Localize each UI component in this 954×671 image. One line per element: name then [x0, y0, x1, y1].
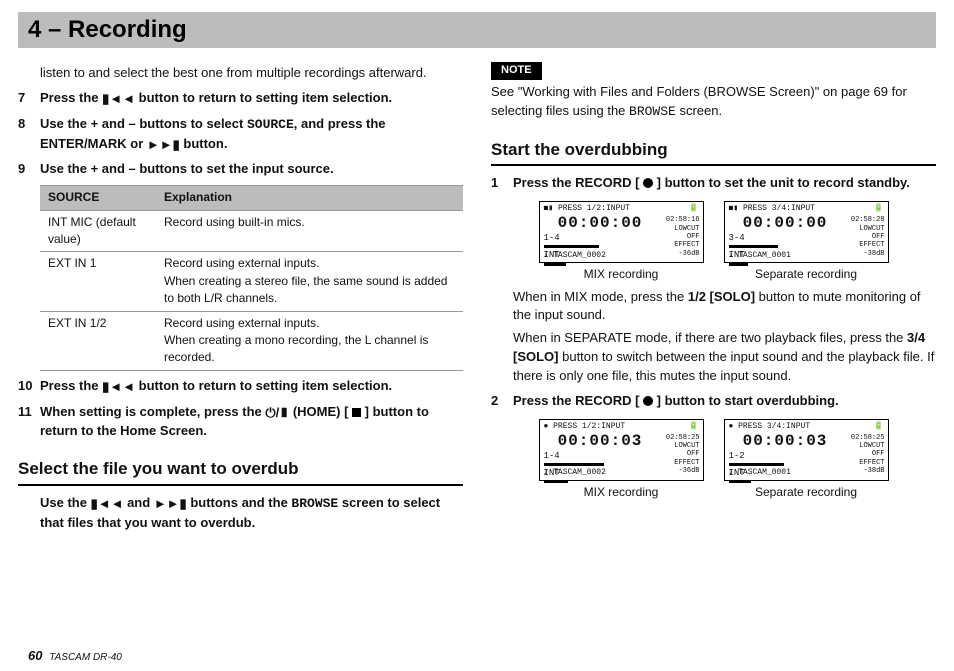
caption-separate: Separate recording [724, 266, 889, 283]
caption-separate: Separate recording [724, 484, 889, 501]
separate-note: When in SEPARATE mode, if there are two … [491, 329, 936, 386]
chapter-header: 4 – Recording [18, 12, 936, 48]
th-explanation: Explanation [156, 186, 463, 210]
screenshot-row-2: ● PRESS 1/2:INPUT 🔋 00:00:03 02:58:25LOW… [491, 419, 936, 501]
manual-page: 4 – Recording listen to and select the b… [0, 0, 954, 671]
stop-icon [352, 408, 361, 417]
fast-forward-icon: ►►▮ [154, 495, 187, 514]
right-column: NOTE See "Working with Files and Folders… [491, 60, 936, 537]
screenshot-sep-standby: ◼▮ PRESS 3/4:INPUT 🔋 00:00:00 02:58:28LO… [724, 201, 889, 283]
th-source: SOURCE [40, 186, 156, 210]
step-7: 7 Press the ▮◄◄ button to return to sett… [18, 89, 463, 109]
table-row: EXT IN 1/2Record using external inputs. … [40, 311, 463, 370]
caption-mix: MIX recording [539, 266, 704, 283]
rewind-icon: ▮◄◄ [91, 495, 124, 514]
table-row: EXT IN 1Record using external inputs. Wh… [40, 252, 463, 311]
record-icon [643, 396, 653, 406]
screenshot-sep-recording: ● PRESS 3/4:INPUT 🔋 00:00:03 02:58:25LOW… [724, 419, 889, 501]
rewind-icon: ▮◄◄ [102, 90, 135, 109]
select-instruction: Use the ▮◄◄ and ►►▮ buttons and the BROW… [18, 494, 463, 533]
columns: listen to and select the best one from m… [18, 60, 936, 537]
step-10: 10 Press the ▮◄◄ button to return to set… [18, 377, 463, 397]
fast-forward-icon: ►►▮ [147, 136, 180, 155]
page-number: 60 [28, 648, 42, 663]
mix-note: When in MIX mode, press the 1/2 [SOLO] b… [491, 288, 936, 326]
heading-select-file: Select the file you want to overdub [18, 457, 463, 486]
caption-mix: MIX recording [539, 484, 704, 501]
step-11: 11 When setting is complete, press the ⏻… [18, 403, 463, 442]
note-text: See "Working with Files and Folders (BRO… [491, 83, 936, 122]
table-row: INT MIC (default value)Record using buil… [40, 210, 463, 252]
power-icon: ⏻/▮ [265, 404, 289, 423]
overdub-step-1: 1 Press the RECORD [ ] button to set the… [491, 174, 936, 193]
left-column: listen to and select the best one from m… [18, 60, 463, 537]
note-label: NOTE [491, 62, 542, 80]
overdub-step-2: 2 Press the RECORD [ ] button to start o… [491, 392, 936, 411]
step-9: 9 Use the + and – buttons to set the inp… [18, 160, 463, 179]
heading-start-overdubbing: Start the overdubbing [491, 138, 936, 167]
model-name: TASCAM DR-40 [49, 652, 122, 663]
continuation-text: listen to and select the best one from m… [18, 64, 463, 83]
screenshot-mix-recording: ● PRESS 1/2:INPUT 🔋 00:00:03 02:58:25LOW… [539, 419, 704, 501]
screenshot-mix-standby: ◼▮ PRESS 1/2:INPUT 🔋 00:00:00 02:58:16LO… [539, 201, 704, 283]
footer: 60 TASCAM DR-40 [28, 648, 122, 663]
source-table: SOURCEExplanation INT MIC (default value… [40, 185, 463, 371]
rewind-icon: ▮◄◄ [102, 378, 135, 397]
screenshot-row-1: ◼▮ PRESS 1/2:INPUT 🔋 00:00:00 02:58:16LO… [491, 201, 936, 283]
record-icon [643, 178, 653, 188]
step-8: 8 Use the + and – buttons to select SOUR… [18, 115, 463, 155]
